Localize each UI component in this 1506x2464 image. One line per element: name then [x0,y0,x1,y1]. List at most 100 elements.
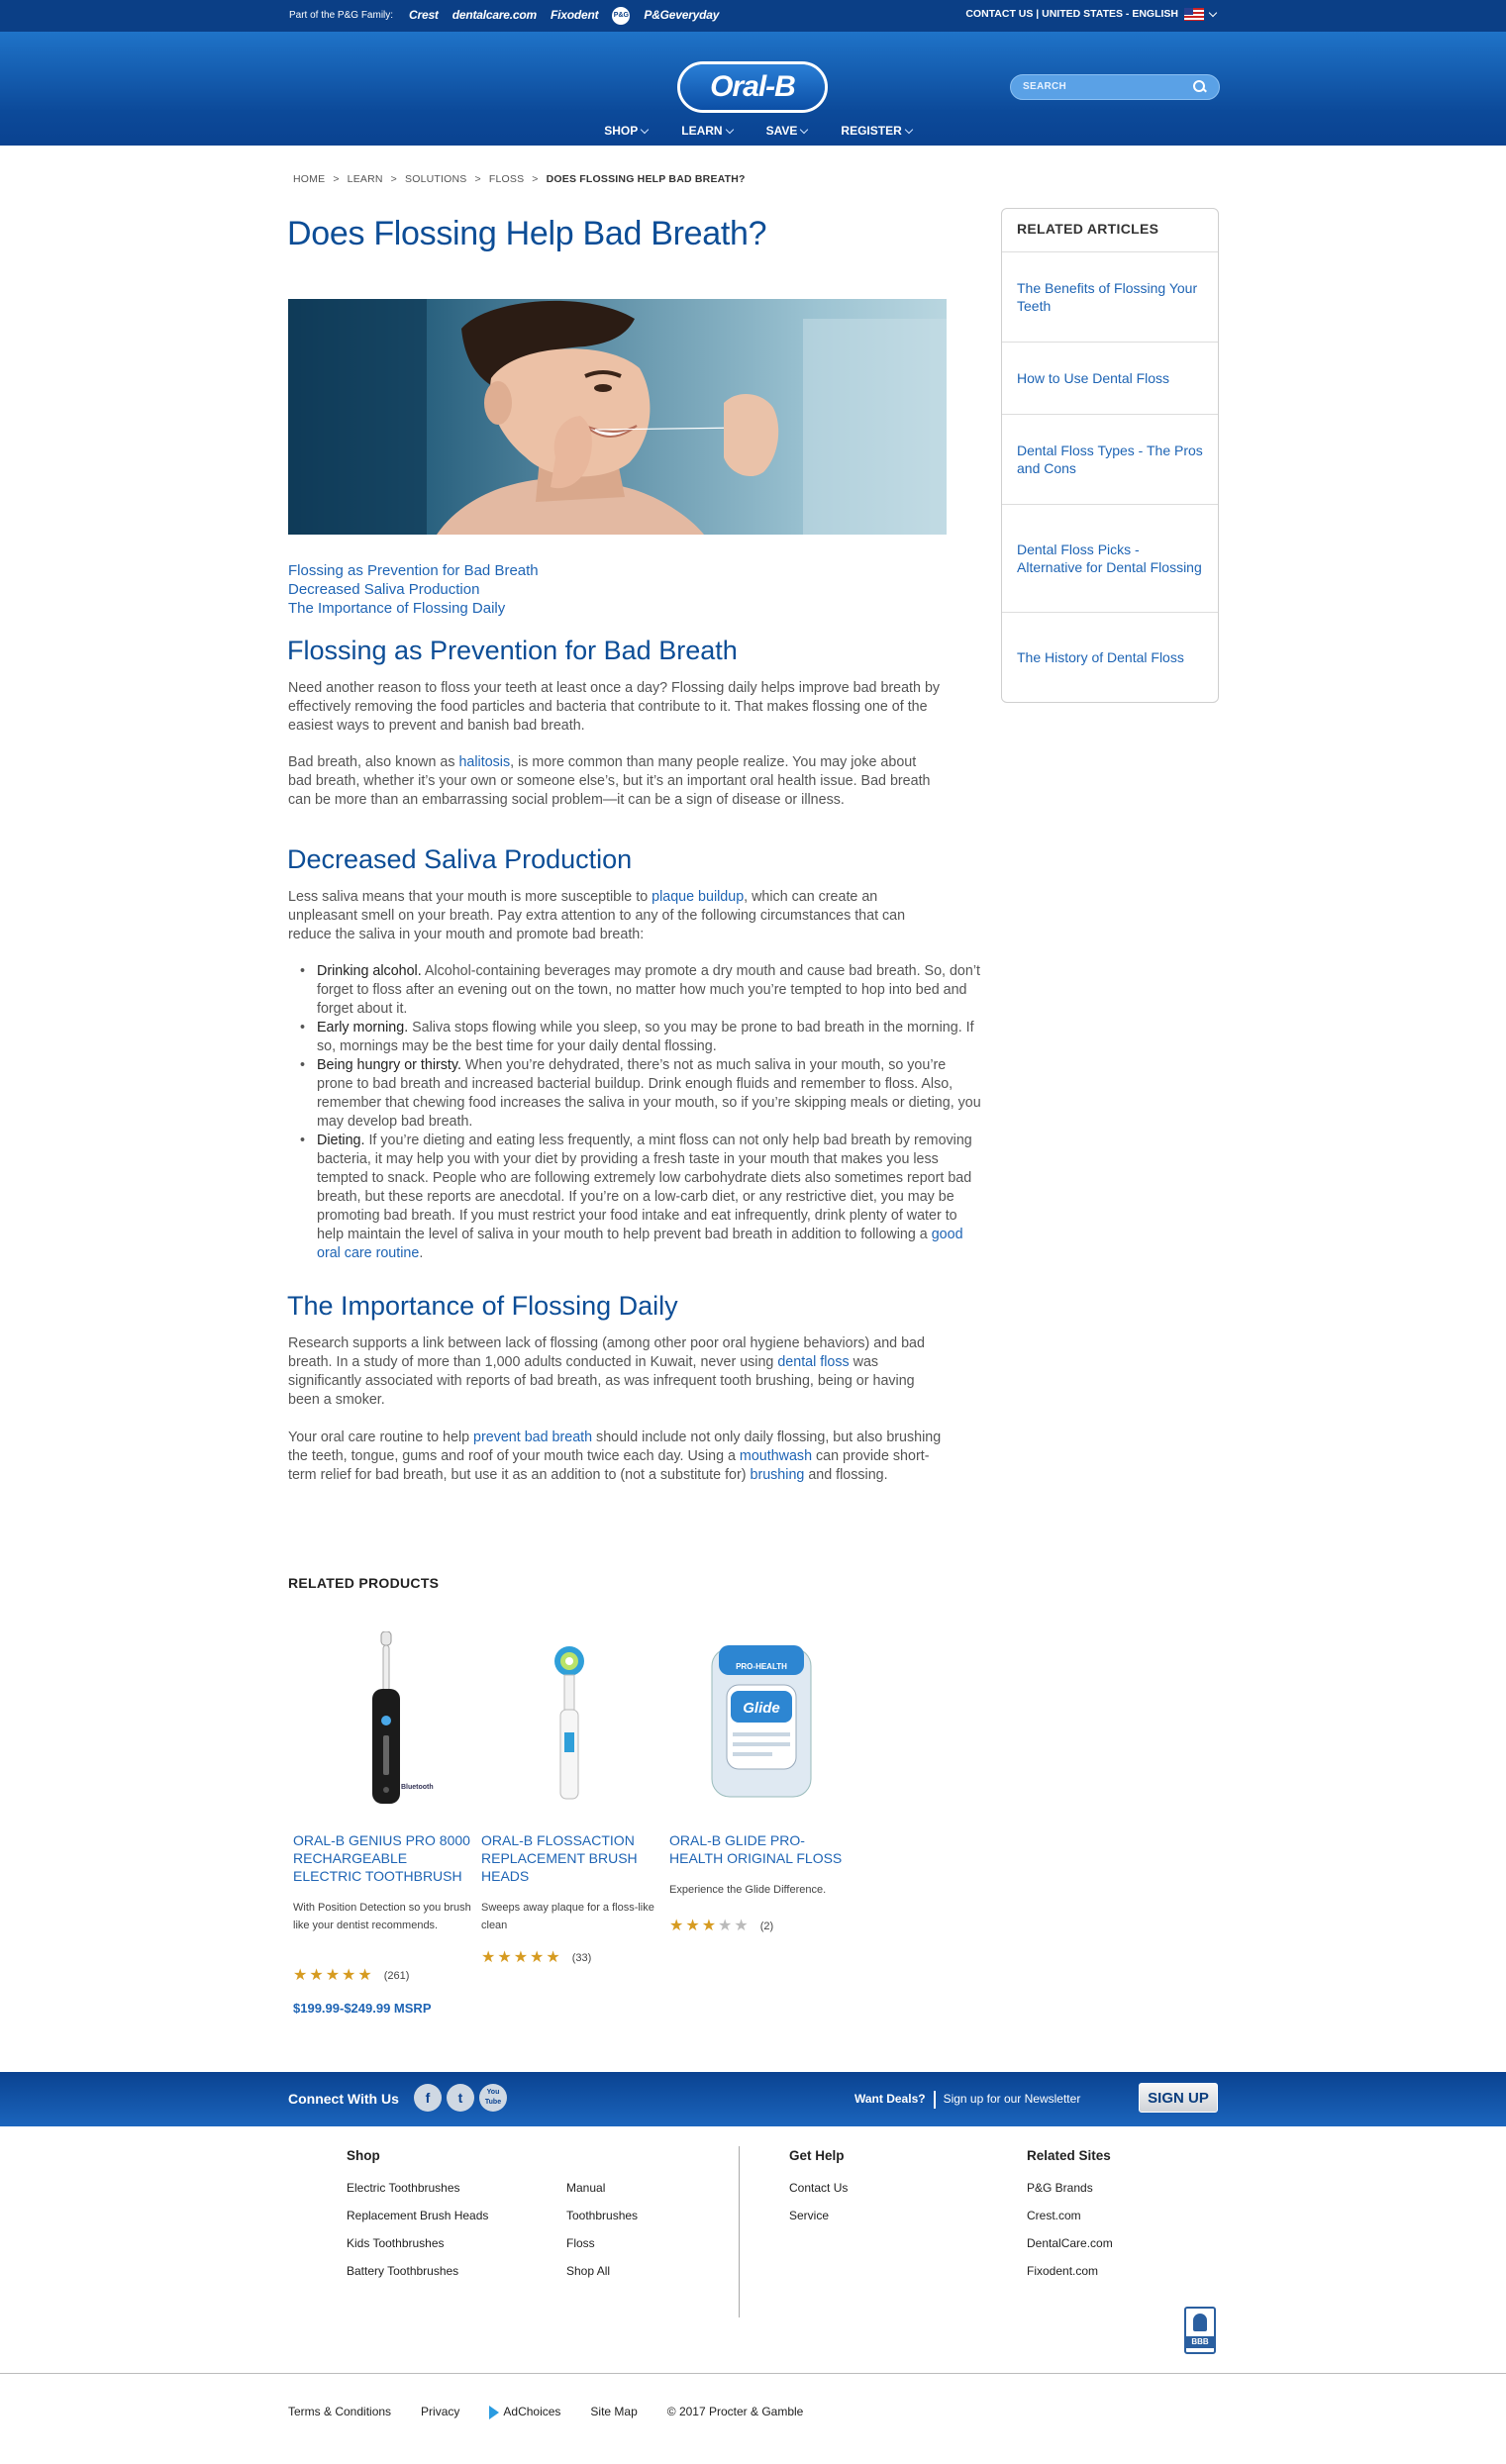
brand-link-pgeveryday[interactable]: P&Geveryday [644,8,719,23]
locale-links: CONTACT US | UNITED STATES - ENGLISH [965,8,1218,22]
us-flag-icon[interactable] [1184,8,1204,22]
toc-link-saliva[interactable]: Decreased Saliva Production [288,580,539,599]
footer-link[interactable]: Shop All [566,2257,638,2285]
copyright: © 2017 Procter & Gamble [666,2405,804,2418]
adchoices-link[interactable]: AdChoices [489,2405,560,2419]
nav-register[interactable]: REGISTER [841,124,913,139]
product-rating: ★ ★ ★ ★ ★ (33) [481,1948,664,1968]
product-card: ORAL-B FLOSSACTION REPLACEMENT BRUSH HEA… [481,1831,664,1968]
chevron-down-icon [904,125,913,134]
connect-label: Connect With Us [288,2091,399,2107]
flossaction-brush-head-image[interactable] [552,1643,586,1802]
contact-locale-link[interactable]: CONTACT US | UNITED STATES - ENGLISH [965,8,1178,21]
product-rating: ★ ★ ★ ★ ★ (2) [669,1917,853,1936]
deals-label: Want Deals? [854,2092,926,2107]
sign-up-button[interactable]: SIGN UP [1139,2083,1218,2113]
footer-link[interactable]: Manual [566,2174,638,2202]
link-mouthwash[interactable]: mouthwash [740,1448,812,1464]
chevron-down-icon [725,125,734,134]
site-map-link[interactable]: Site Map [590,2405,637,2419]
footer-link[interactable]: Toothbrushes [566,2202,638,2229]
brand-link-pgshop[interactable]: P&G shop [612,7,631,37]
nav-shop[interactable]: SHOP [604,124,650,139]
brand-link-dentalcare[interactable]: dentalcare.com [452,8,537,23]
list-item-text: Saliva stops flowing while you sleep, so… [317,1020,974,1054]
related-article-link[interactable]: How to Use Dental Floss [1002,343,1218,415]
footer-link[interactable]: Fixodent.com [1027,2257,1113,2285]
footer-link[interactable]: Crest.com [1027,2202,1113,2229]
link-prevent-bad-breath[interactable]: prevent bad breath [473,1429,592,1445]
footer-link[interactable]: Kids Toothbrushes [347,2229,488,2257]
breadcrumb-current: DOES FLOSSING HELP BAD BREATH? [546,173,746,185]
review-count[interactable]: (261) [384,1969,410,1983]
paragraph-importance-1: Research supports a link between lack of… [288,1334,942,1410]
chevron-down-icon[interactable] [1208,8,1218,18]
product-name-link[interactable]: ORAL-B FLOSSACTION REPLACEMENT BRUSH HEA… [481,1831,664,1895]
footer-shop-column-2: . Manual Toothbrushes Floss Shop All [566,2142,638,2285]
breadcrumb-floss[interactable]: FLOSS [489,173,524,186]
terms-link[interactable]: Terms & Conditions [288,2405,391,2419]
toc-link-prevention[interactable]: Flossing as Prevention for Bad Breath [288,561,539,580]
footer-link[interactable]: Replacement Brush Heads [347,2202,488,2229]
brand-link-crest[interactable]: Crest [409,8,439,23]
search-input[interactable]: SEARCH [1010,74,1220,100]
product-name-link[interactable]: ORAL-B GENIUS PRO 8000 RECHARGEABLE ELEC… [293,1831,476,1895]
twitter-icon[interactable]: t [447,2084,474,2112]
related-article-link[interactable]: Dental Floss Types - The Pros and Cons [1002,415,1218,505]
star-icon: ★ [530,1949,545,1966]
star-icon: ★ [685,1918,700,1934]
footer-link[interactable]: Battery Toothbrushes [347,2257,488,2285]
privacy-link[interactable]: Privacy [421,2405,459,2419]
breadcrumb-home[interactable]: HOME [293,173,325,186]
product-price: $199.99-$249.99 MSRP [293,2001,432,2017]
footer-link[interactable]: Electric Toothbrushes [347,2174,488,2202]
chevron-down-icon [641,125,650,134]
list-item-key: Being hungry or thirsty. [317,1057,461,1073]
product-name-link[interactable]: ORAL-B GLIDE PRO-HEALTH ORIGINAL FLOSS [669,1831,853,1877]
nav-save[interactable]: SAVE [766,124,809,139]
footer-link[interactable]: P&G Brands [1027,2174,1113,2202]
bluetooth-badge: Bluetooth [401,1784,434,1791]
breadcrumb-learn[interactable]: LEARN [348,173,383,186]
section-heading-saliva: Decreased Saliva Production [287,844,633,874]
chevron-down-icon [800,125,809,134]
brand-link-fixodent[interactable]: Fixodent [551,8,599,23]
youtube-icon[interactable]: You Tube [479,2084,507,2112]
star-icon: ★ [309,1967,324,1984]
link-brushing[interactable]: brushing [751,1467,805,1483]
bbb-seal-icon[interactable]: BBB [1184,2307,1216,2354]
link-halitosis[interactable]: halitosis [458,754,510,770]
star-icon: ★ [481,1949,496,1966]
footer-link[interactable]: Service [789,2202,848,2229]
footer-link[interactable]: Contact Us [789,2174,848,2202]
breadcrumb-solutions[interactable]: SOLUTIONS [405,173,466,186]
logo-text: Oral-B [680,64,825,110]
section-heading-prevention: Flossing as Prevention for Bad Breath [287,636,738,665]
review-count[interactable]: (2) [760,1920,773,1933]
search-icon[interactable] [1193,80,1207,94]
facebook-icon[interactable]: f [414,2084,442,2112]
footer-sites-column: Related Sites P&G Brands Crest.com Denta… [1027,2142,1113,2285]
footer-link[interactable]: DentalCare.com [1027,2229,1113,2257]
star-icon: ★ [513,1949,529,1966]
related-article-link[interactable]: The Benefits of Flossing Your Teeth [1002,252,1218,343]
nav-shop-label: SHOP [604,124,639,138]
glide-floss-package-image[interactable]: Glide PRO-HEALTH [711,1643,812,1802]
genius-8000-toothbrush-image[interactable] [366,1631,406,1805]
review-count[interactable]: (33) [572,1951,592,1965]
bbb-torch-icon [1193,2314,1207,2331]
link-plaque-buildup[interactable]: plaque buildup [652,889,744,905]
pg-family-label: Part of the P&G Family: [289,9,394,21]
footer-rule [0,2373,1506,2374]
link-dental-floss[interactable]: dental floss [777,1354,849,1370]
star-icon: ★ [357,1967,372,1984]
toc-link-importance[interactable]: The Importance of Flossing Daily [288,599,539,618]
footer-link[interactable]: Floss [566,2229,638,2257]
oral-b-logo[interactable]: Oral-B [677,61,828,113]
related-article-link[interactable]: Dental Floss Picks - Alternative for Den… [1002,505,1218,613]
nav-learn[interactable]: LEARN [681,124,734,139]
hero-illustration [288,299,947,535]
related-article-link[interactable]: The History of Dental Floss [1002,613,1218,702]
saliva-circumstances-list: Drinking alcohol. Alcohol-containing bev… [300,962,983,1263]
list-item: Early morning. Saliva stops flowing whil… [300,1019,983,1056]
